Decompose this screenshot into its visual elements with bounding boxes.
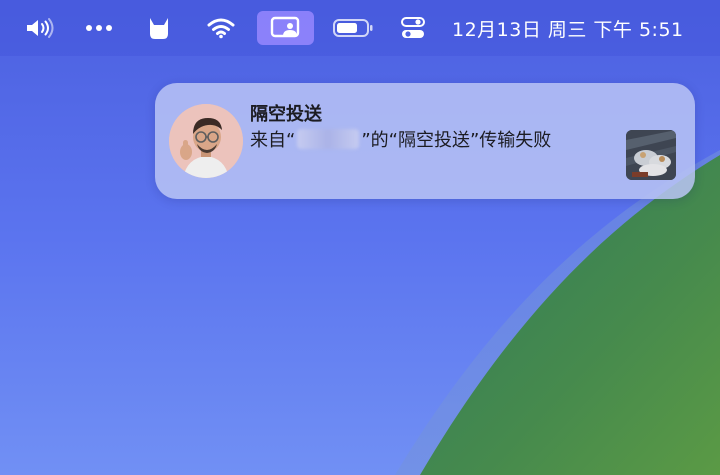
photo-thumbnail: [626, 130, 676, 180]
airdrop-notification[interactable]: 隔空投送 来自“ ”的“隔空投送”传输失败: [155, 83, 695, 199]
notification-body: 来自“ ”的“隔空投送”传输失败: [250, 126, 551, 152]
wifi-icon[interactable]: [204, 0, 238, 56]
notification-body-suffix: ”的“隔空投送”传输失败: [361, 130, 552, 151]
control-center-icon[interactable]: [396, 0, 430, 56]
volume-icon[interactable]: [22, 0, 58, 56]
battery-icon[interactable]: [330, 0, 376, 56]
desktop: 12月13日 周三 下午 5:51 隔空投送 来自“ ”的“隔空投送”传输失败: [0, 0, 720, 475]
menu-bar-clock[interactable]: 12月13日 周三 下午 5:51: [452, 0, 684, 56]
redacted-sender-name: [297, 129, 360, 149]
notification-title: 隔空投送: [250, 104, 322, 125]
screen-mirroring-icon[interactable]: [257, 11, 314, 45]
more-icon[interactable]: [82, 0, 116, 56]
notification-body-prefix: 来自“: [250, 130, 296, 151]
wallpaper: [0, 0, 720, 475]
cat-app-icon[interactable]: [142, 0, 176, 56]
menu-bar: 12月13日 周三 下午 5:51: [0, 0, 720, 56]
memoji-avatar: [169, 104, 243, 178]
